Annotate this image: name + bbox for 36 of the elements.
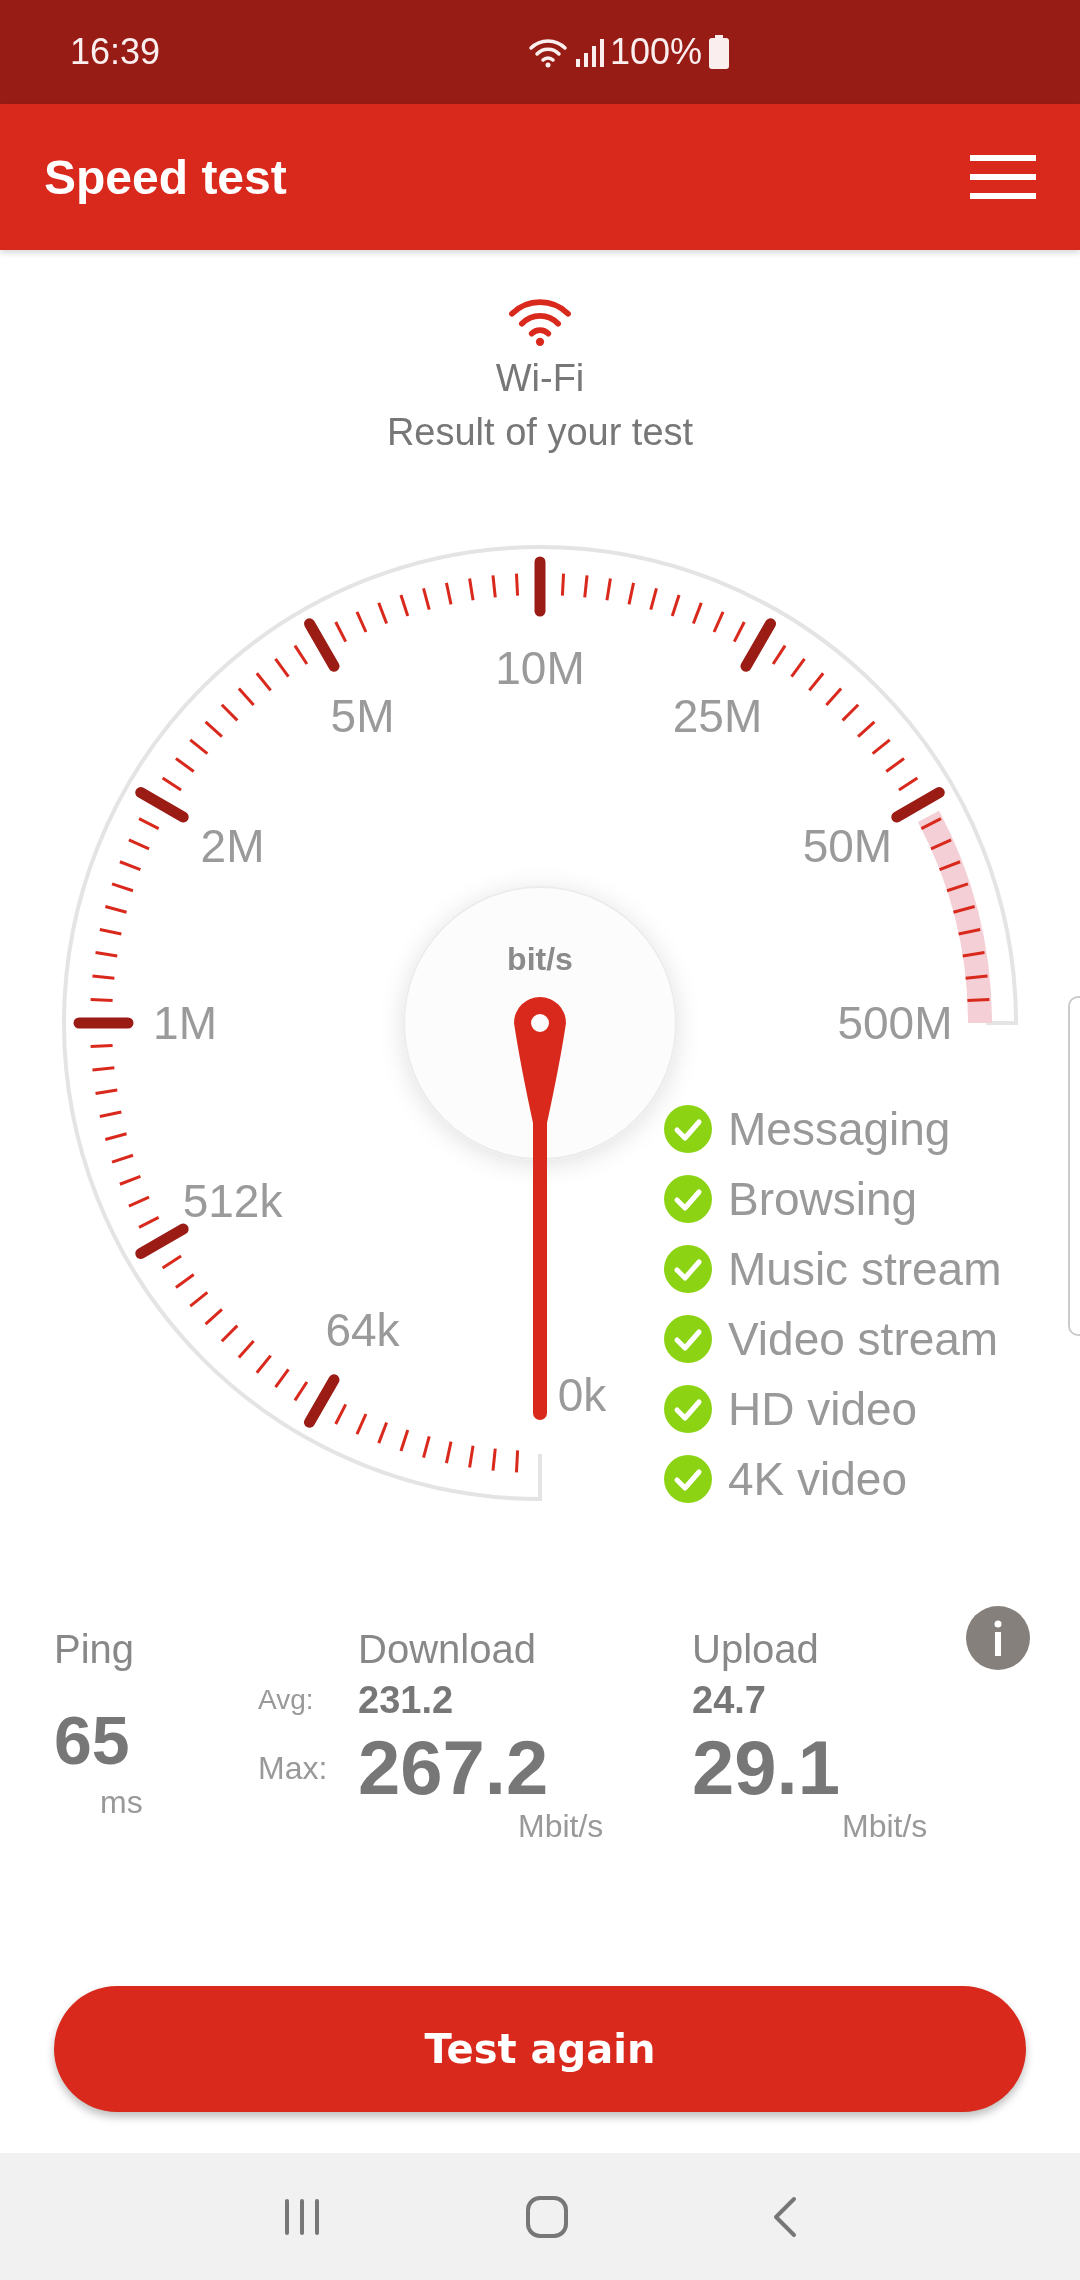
scale-label: 25M (672, 689, 763, 742)
service-label: Messaging (728, 1102, 951, 1156)
download-average: 231.2 (358, 1678, 455, 1722)
scale-label: 10M (495, 642, 585, 694)
service-label: 4K video (728, 1452, 907, 1506)
scale-label: 512k (182, 1174, 283, 1227)
scale-label: 1M (153, 997, 217, 1049)
connection-type: Wi-Fi (495, 355, 585, 401)
avg-label: Avg: (258, 1684, 315, 1716)
speed-unit: Mbit/s (841, 1808, 929, 1845)
upload-maximum: 29.1 (692, 1730, 841, 1806)
upload-average: 24.7 (692, 1678, 767, 1722)
scale-label: 5M (330, 689, 395, 742)
ping-unit: ms (99, 1784, 144, 1821)
service-label: Music stream (728, 1242, 1002, 1296)
download-label: Download (358, 1627, 537, 1672)
max-label: Max: (258, 1749, 329, 1787)
test-again-button[interactable]: Test again (54, 1986, 1026, 2112)
scale-label: 64k (325, 1304, 400, 1357)
status-time: 16:39 (70, 31, 161, 73)
upload-label: Upload (692, 1627, 820, 1672)
battery-percent: 100% (610, 31, 703, 73)
ping-label: Ping (54, 1627, 136, 1672)
scale-label: 500M (837, 997, 953, 1049)
scale-label: 0k (557, 1369, 607, 1421)
app-title: Speed test (44, 149, 287, 205)
scale-label: 50M (802, 819, 893, 872)
unit-label: bit/s (507, 941, 573, 977)
scale-label: 2M (200, 819, 265, 872)
service-label: HD video (728, 1382, 918, 1436)
ping-value: 65 (54, 1701, 131, 1779)
service-label: Video stream (728, 1312, 999, 1366)
result-subtitle: Result of your test (386, 409, 694, 455)
service-label: Browsing (728, 1172, 918, 1226)
speed-unit: Mbit/s (517, 1808, 605, 1845)
download-maximum: 267.2 (358, 1730, 550, 1806)
